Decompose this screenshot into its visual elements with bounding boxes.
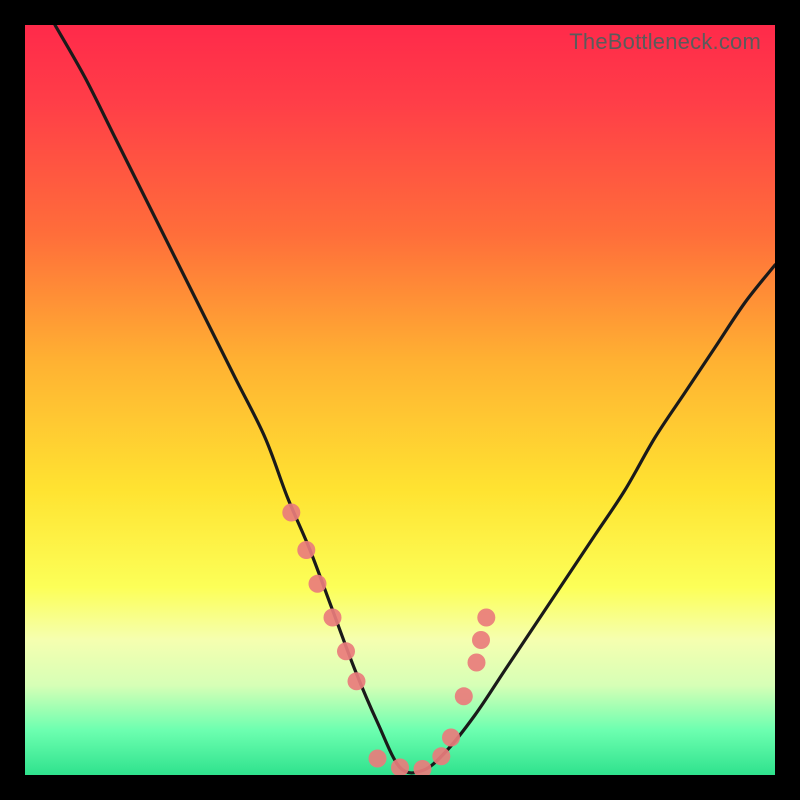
outer-frame: TheBottleneck.com bbox=[0, 0, 800, 800]
marker-dot bbox=[369, 750, 387, 768]
marker-dot bbox=[309, 575, 327, 593]
bottleneck-curve-path bbox=[55, 25, 775, 773]
marker-dot bbox=[432, 747, 450, 765]
marker-dot bbox=[442, 729, 460, 747]
marker-dot bbox=[324, 609, 342, 627]
marker-dot bbox=[282, 504, 300, 522]
marker-dot bbox=[468, 654, 486, 672]
marker-group bbox=[282, 504, 495, 776]
marker-dot bbox=[348, 672, 366, 690]
marker-dot bbox=[414, 760, 432, 775]
marker-dot bbox=[455, 687, 473, 705]
bottleneck-chart bbox=[25, 25, 775, 775]
marker-dot bbox=[472, 631, 490, 649]
marker-dot bbox=[297, 541, 315, 559]
plot-area: TheBottleneck.com bbox=[25, 25, 775, 775]
marker-dot bbox=[477, 609, 495, 627]
marker-dot bbox=[337, 642, 355, 660]
